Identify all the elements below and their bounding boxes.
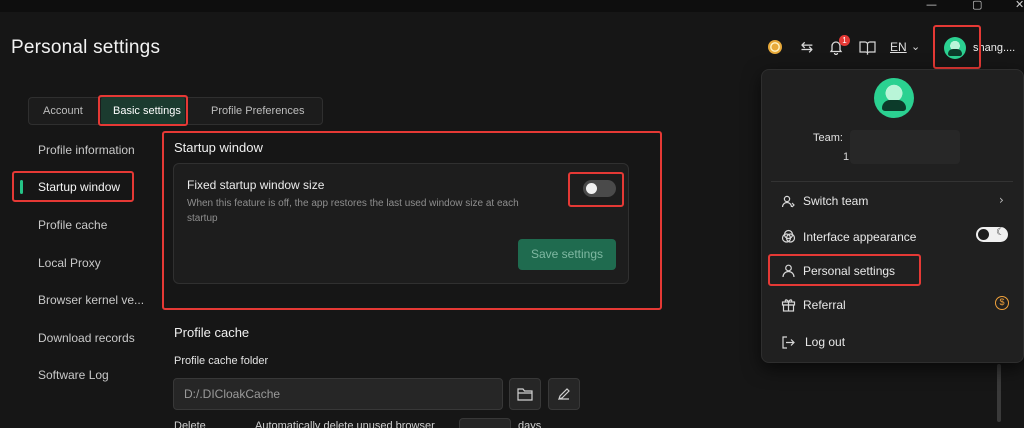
- fixed-window-size-toggle[interactable]: [583, 180, 616, 197]
- save-settings-button[interactable]: Save settings: [518, 239, 616, 270]
- dropdown-divider: [771, 181, 1013, 182]
- sidebar-item-software-log[interactable]: Software Log: [38, 368, 109, 382]
- dropdown-item-log-out[interactable]: Log out: [805, 335, 845, 349]
- appearance-toggle[interactable]: ☾: [976, 227, 1008, 242]
- gift-icon: [780, 296, 796, 312]
- fixed-window-size-description: When this feature is off, the app restor…: [187, 198, 519, 224]
- profile-cache-folder-input[interactable]: D:/.DICloakCache: [173, 378, 503, 410]
- delete-label: Delete: [174, 420, 206, 428]
- dropdown-item-interface-appearance[interactable]: Interface appearance: [803, 230, 916, 244]
- sidebar-item-download-records[interactable]: Download records: [38, 331, 135, 345]
- chevron-right-icon: ›: [999, 193, 1004, 207]
- maximize-icon[interactable]: ▢: [972, 0, 982, 11]
- moon-icon: ☾: [996, 227, 1005, 238]
- days-label: days: [518, 420, 542, 428]
- chevron-down-icon[interactable]: ⌄: [911, 40, 920, 53]
- tab-basic-settings[interactable]: Basic settings: [113, 105, 181, 117]
- team-id: 1: [843, 151, 850, 163]
- page-title: Personal settings: [11, 37, 161, 58]
- notification-badge: 1: [839, 35, 850, 46]
- profile-cache-title: Profile cache: [174, 325, 250, 340]
- sidebar-item-profile-cache[interactable]: Profile cache: [38, 218, 107, 232]
- appearance-icon: [780, 228, 796, 244]
- team-label: Team:: [813, 132, 843, 144]
- book-icon[interactable]: [857, 37, 877, 57]
- window-titlebar: [0, 0, 1024, 12]
- language-selector[interactable]: EN: [890, 40, 907, 54]
- switch-team-icon: [780, 193, 796, 209]
- startup-window-title: Startup window: [174, 140, 263, 155]
- folder-open-icon[interactable]: [509, 378, 541, 410]
- tab-account[interactable]: Account: [43, 105, 83, 117]
- sidebar-active-indicator: [20, 180, 23, 194]
- sidebar-item-profile-information[interactable]: Profile information: [38, 143, 135, 157]
- profile-cache-folder-label: Profile cache folder: [174, 355, 269, 367]
- dropdown-item-personal-settings[interactable]: Personal settings: [803, 264, 895, 278]
- team-name-redacted: [850, 130, 960, 164]
- sidebar-item-local-proxy[interactable]: Local Proxy: [38, 256, 101, 270]
- auto-delete-text: Automatically delete unused browser: [255, 420, 435, 428]
- switch-arrows-icon[interactable]: ⇆: [797, 37, 817, 57]
- person-icon: [780, 262, 796, 278]
- minimize-icon[interactable]: —: [926, 0, 937, 11]
- dropdown-item-switch-team[interactable]: Switch team: [803, 194, 868, 208]
- dropdown-avatar: [874, 78, 914, 118]
- tab-profile-preferences[interactable]: Profile Preferences: [211, 105, 305, 117]
- avatar[interactable]: [944, 37, 966, 59]
- sidebar-item-startup-window[interactable]: Startup window: [38, 180, 120, 194]
- scrollbar[interactable]: [997, 364, 1001, 422]
- edit-pencil-icon[interactable]: [548, 378, 580, 410]
- coin-reward-icon[interactable]: [765, 37, 785, 57]
- dropdown-item-referral[interactable]: Referral: [803, 298, 846, 312]
- dollar-coin-icon: $: [995, 296, 1009, 310]
- logout-icon: [780, 334, 796, 350]
- fixed-window-size-title: Fixed startup window size: [187, 178, 325, 192]
- auto-delete-days-input[interactable]: [459, 418, 511, 428]
- sidebar-item-browser-kernel[interactable]: Browser kernel ve...: [38, 293, 144, 307]
- close-icon[interactable]: ✕: [1015, 0, 1024, 11]
- username[interactable]: shang....: [973, 42, 1015, 54]
